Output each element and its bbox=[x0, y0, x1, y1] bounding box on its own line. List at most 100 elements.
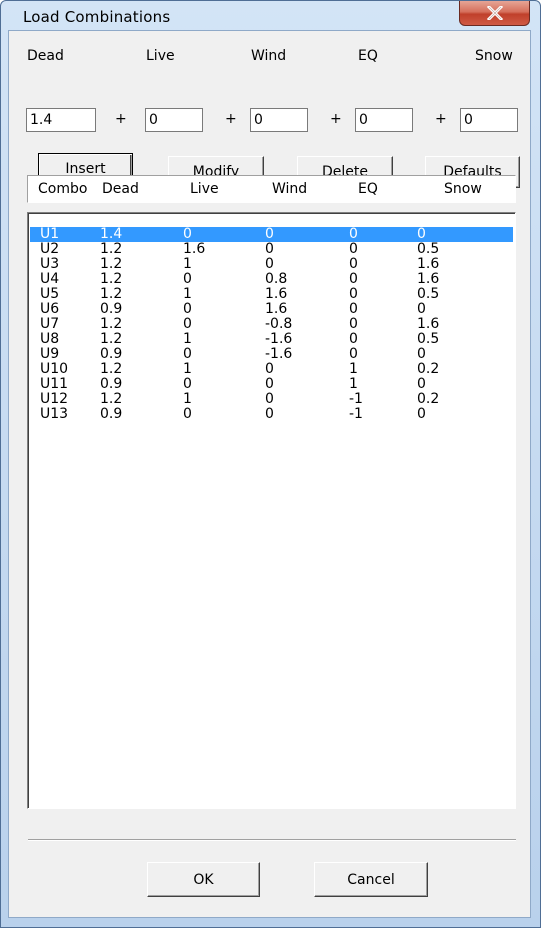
table-header: Combo Dead Live Wind EQ Snow bbox=[27, 175, 516, 203]
combo-cell: U8 bbox=[40, 331, 60, 347]
table-row[interactable]: U13 0.9 0 0 -1 0 bbox=[30, 406, 513, 422]
eq-label: EQ bbox=[358, 48, 378, 64]
cancel-button[interactable]: Cancel bbox=[314, 862, 428, 897]
header-eq: EQ bbox=[358, 181, 378, 197]
live-cell: 0 bbox=[183, 346, 192, 362]
snow-cell: 0.5 bbox=[417, 241, 440, 257]
dead-label: Dead bbox=[27, 48, 64, 64]
combo-cell: U10 bbox=[40, 361, 69, 377]
wind-cell: 1.6 bbox=[265, 301, 288, 317]
eq-cell: -1 bbox=[349, 406, 363, 422]
combo-cell: U6 bbox=[40, 301, 60, 317]
ok-button-label: OK bbox=[193, 871, 214, 888]
header-wind: Wind bbox=[272, 181, 308, 197]
close-button[interactable] bbox=[459, 1, 530, 26]
table-row[interactable]: U12 1.2 1 0 -1 0.2 bbox=[30, 391, 513, 407]
snow-cell: 1.6 bbox=[417, 271, 440, 287]
combo-cell: U4 bbox=[40, 271, 60, 287]
eq-cell: 0 bbox=[349, 346, 358, 362]
combo-cell: U3 bbox=[40, 256, 60, 272]
dead-cell: 1.4 bbox=[100, 226, 123, 242]
live-cell: 0 bbox=[183, 376, 192, 392]
wind-label: Wind bbox=[251, 48, 287, 64]
live-cell: 1 bbox=[183, 331, 192, 347]
wind-cell: -1.6 bbox=[265, 331, 293, 347]
combo-cell: U7 bbox=[40, 316, 60, 332]
eq-factor-input[interactable]: 0 bbox=[355, 108, 413, 132]
live-cell: 1 bbox=[183, 361, 192, 377]
combo-cell: U12 bbox=[40, 391, 69, 407]
snow-cell: 0.2 bbox=[417, 391, 440, 407]
combinations-list[interactable]: U1 1.4 0 0 0 0 U2 1.2 1.6 0 0 0.5 U3 1.2… bbox=[27, 212, 516, 809]
eq-cell: 0 bbox=[349, 331, 358, 347]
wind-cell: 0.8 bbox=[265, 271, 288, 287]
snow-label: Snow bbox=[475, 48, 513, 64]
wind-cell: 0 bbox=[265, 406, 274, 422]
wind-cell: 0 bbox=[265, 391, 274, 407]
dead-cell: 0.9 bbox=[100, 346, 123, 362]
eq-cell: 0 bbox=[349, 256, 358, 272]
eq-cell: 1 bbox=[349, 376, 358, 392]
table-row[interactable]: U11 0.9 0 0 1 0 bbox=[30, 376, 513, 392]
combo-cell: U9 bbox=[40, 346, 60, 362]
table-row[interactable]: U2 1.2 1.6 0 0 0.5 bbox=[30, 241, 513, 257]
eq-cell: -1 bbox=[349, 391, 363, 407]
dead-cell: 1.2 bbox=[100, 286, 123, 302]
dead-cell: 1.2 bbox=[100, 271, 123, 287]
table-row[interactable]: U1 1.4 0 0 0 0 bbox=[30, 226, 513, 242]
combo-cell: U13 bbox=[40, 406, 69, 422]
wind-cell: 1.6 bbox=[265, 286, 288, 302]
cancel-button-label: Cancel bbox=[347, 871, 395, 888]
table-row[interactable]: U8 1.2 1 -1.6 0 0.5 bbox=[30, 331, 513, 347]
combo-cell: U1 bbox=[40, 226, 60, 242]
live-cell: 1 bbox=[183, 391, 192, 407]
table-row[interactable]: U3 1.2 1 0 0 1.6 bbox=[30, 256, 513, 272]
live-cell: 1.6 bbox=[183, 241, 206, 257]
wind-factor-input[interactable]: 0 bbox=[250, 108, 308, 132]
header-snow: Snow bbox=[444, 181, 482, 197]
table-row[interactable]: U10 1.2 1 0 1 0.2 bbox=[30, 361, 513, 377]
dead-cell: 1.2 bbox=[100, 241, 123, 257]
dead-cell: 0.9 bbox=[100, 376, 123, 392]
table-row[interactable]: U5 1.2 1 1.6 0 0.5 bbox=[30, 286, 513, 302]
live-cell: 0 bbox=[183, 226, 192, 242]
table-row[interactable]: U7 1.2 0 -0.8 0 1.6 bbox=[30, 316, 513, 332]
eq-cell: 0 bbox=[349, 301, 358, 317]
eq-cell: 0 bbox=[349, 271, 358, 287]
table-row[interactable]: U9 0.9 0 -1.6 0 0 bbox=[30, 346, 513, 362]
wind-cell: -1.6 bbox=[265, 346, 293, 362]
combo-cell: U11 bbox=[40, 376, 69, 392]
snow-cell: 1.6 bbox=[417, 316, 440, 332]
live-cell: 0 bbox=[183, 271, 192, 287]
header-live: Live bbox=[190, 181, 219, 197]
snow-cell: 0 bbox=[417, 301, 426, 317]
dead-cell: 0.9 bbox=[100, 301, 123, 317]
header-dead: Dead bbox=[102, 181, 139, 197]
table-row[interactable]: U4 1.2 0 0.8 0 1.6 bbox=[30, 271, 513, 287]
wind-cell: 0 bbox=[265, 361, 274, 377]
plus-sign: + bbox=[115, 111, 127, 127]
dead-factor-input[interactable]: 1.4 bbox=[26, 108, 96, 132]
snow-cell: 0.2 bbox=[417, 361, 440, 377]
wind-cell: 0 bbox=[265, 256, 274, 272]
window-title: Load Combinations bbox=[23, 8, 171, 26]
combo-cell: U5 bbox=[40, 286, 60, 302]
live-label: Live bbox=[146, 48, 175, 64]
wind-cell: 0 bbox=[265, 226, 274, 242]
live-factor-input[interactable]: 0 bbox=[145, 108, 203, 132]
separator-highlight bbox=[28, 840, 516, 841]
close-icon bbox=[487, 6, 503, 20]
dead-cell: 1.2 bbox=[100, 331, 123, 347]
snow-cell: 0 bbox=[417, 226, 426, 242]
dead-cell: 1.2 bbox=[100, 256, 123, 272]
title-bar[interactable]: Load Combinations bbox=[1, 1, 540, 31]
wind-cell: 0 bbox=[265, 241, 274, 257]
live-cell: 0 bbox=[183, 301, 192, 317]
snow-cell: 0.5 bbox=[417, 331, 440, 347]
eq-cell: 0 bbox=[349, 286, 358, 302]
snow-factor-input[interactable]: 0 bbox=[460, 108, 518, 132]
snow-cell: 0 bbox=[417, 376, 426, 392]
table-row[interactable]: U6 0.9 0 1.6 0 0 bbox=[30, 301, 513, 317]
dead-cell: 1.2 bbox=[100, 361, 123, 377]
ok-button[interactable]: OK bbox=[147, 862, 260, 897]
